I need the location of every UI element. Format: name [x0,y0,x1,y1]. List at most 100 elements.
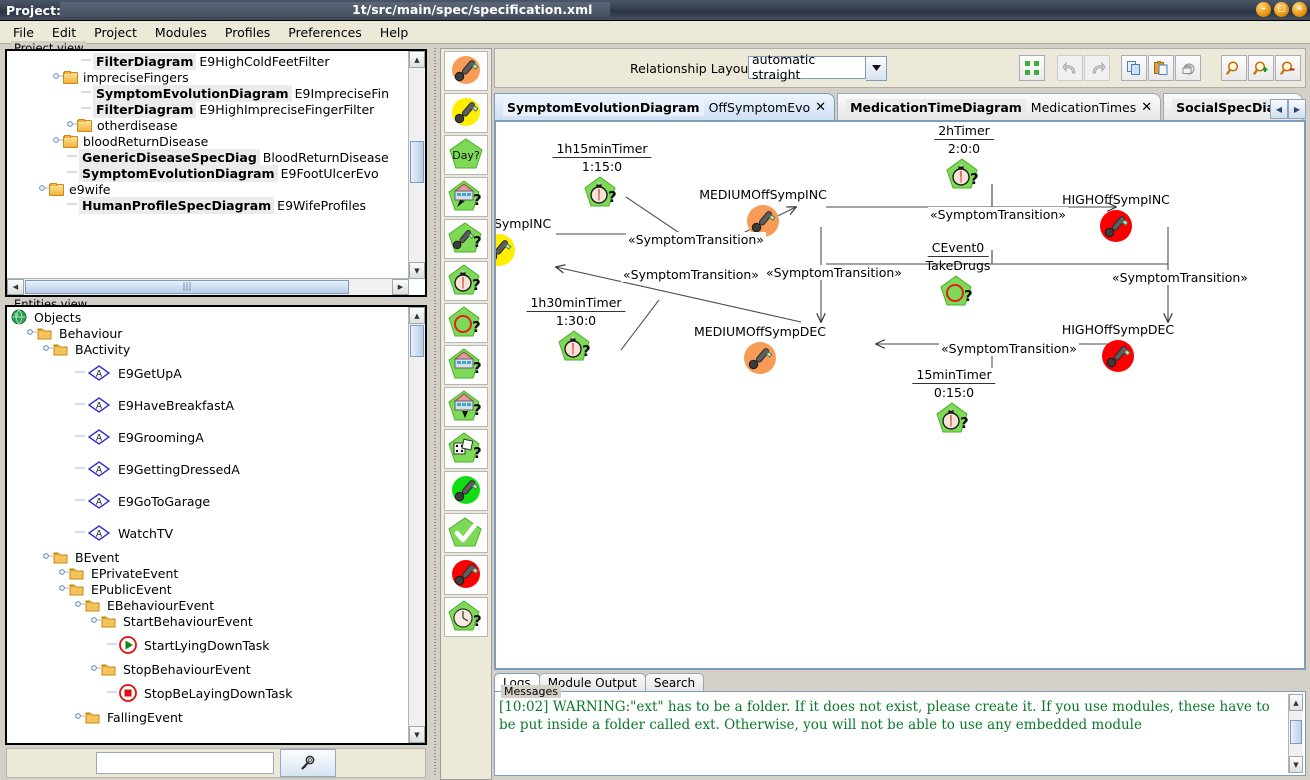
expand-knob-icon[interactable] [59,582,69,597]
project-tree[interactable]: FilterDiagram E9HighColdFeetFilter impreci… [7,51,425,295]
menu-edit[interactable]: Edit [43,23,85,42]
diagram-tab-close-icon[interactable]: ✕ [1141,100,1152,115]
expand-knob-icon[interactable] [43,342,53,357]
expand-knob-icon[interactable] [39,182,49,197]
menu-modules[interactable]: Modules [146,23,216,42]
entities-tree-row[interactable]: FallingEvent [7,709,425,725]
log-vscrollbar[interactable]: ▲ ▼ [1288,694,1303,773]
project-tree-row[interactable]: SymptomEvolutionDiagram E9ImpreciseFin [7,84,425,102]
scroll-right-arrow[interactable]: ▶ [392,279,409,295]
search-input[interactable] [96,752,274,774]
entities-tree-row[interactable]: BEvent [7,549,425,565]
entities-tree-row[interactable]: EPrivateEvent [7,565,425,581]
entities-tree-row[interactable]: A E9GettingDressedA [7,453,425,485]
minimize-button[interactable]: – [1256,2,1271,17]
chevron-down-icon[interactable] [866,55,887,81]
project-tree-row[interactable]: HumanProfileSpecDiagram E9WifeProfiles [7,196,425,214]
entities-tree-row[interactable]: StopBehaviourEvent [7,661,425,677]
scroll-up-arrow[interactable]: ▲ [409,307,425,324]
zoom-out-button[interactable] [1275,55,1301,81]
vscroll-thumb[interactable] [410,325,424,357]
lock-button[interactable] [1175,55,1201,81]
scroll-up-arrow[interactable]: ▲ [409,51,425,68]
palette-symptom-medium-orange-button[interactable] [444,51,488,91]
expand-knob-icon[interactable] [91,662,101,677]
expand-knob-icon[interactable] [75,598,85,613]
expand-knob-icon[interactable] [75,710,85,725]
project-tree-row[interactable]: FilterDiagram E9HighImpreciseFingerFilter [7,100,425,118]
zoom-in-button[interactable] [1248,55,1274,81]
undo-button[interactable] [1057,55,1083,81]
entities-tree-row[interactable]: A E9HaveBreakfastA [7,389,425,421]
entities-tree-row[interactable]: EBehaviourEvent [7,597,425,613]
menu-help[interactable]: Help [371,23,418,42]
project-tree-row[interactable]: GenericDiseaseSpecDiag BloodReturnDisease [7,148,425,166]
vscroll-thumb[interactable] [410,141,424,183]
redo-button[interactable] [1084,55,1110,81]
expand-knob-icon[interactable] [43,550,53,565]
palette-clock-condition-button[interactable]: ? [444,597,488,637]
hscroll-thumb[interactable]: ||| [25,280,349,294]
diagram-tab-close-icon[interactable]: ✕ [815,100,826,115]
copy-button[interactable] [1121,55,1147,81]
paste-button[interactable] [1148,55,1174,81]
palette-symptom-condition-button[interactable]: ? [444,219,488,259]
scroll-down-arrow[interactable]: ▼ [409,262,425,279]
diagram-tab-MedicationTimes[interactable]: MedicationTimeDiagram MedicationTimes ✕ [837,93,1162,120]
menu-file[interactable]: File [4,23,43,42]
project-tree-row[interactable]: bloodReturnDisease [7,133,425,149]
diagram-canvas[interactable]: 1h15minTimer 1:15:0? 1h30minTimer 1:30:0? 2h… [494,120,1306,670]
expand-knob-icon[interactable] [59,566,69,581]
entities-tree[interactable]: Objects Behaviour BActivity A E9GetUpA A E9Hav… [7,307,425,743]
entities-tree-row[interactable]: StartLyingDownTask [7,629,425,661]
scroll-down-arrow[interactable]: ▼ [1289,756,1303,773]
close-button[interactable]: ✕ [1292,2,1307,17]
palette-symptom-none-green-button[interactable] [444,471,488,511]
expand-knob-icon[interactable] [27,326,37,341]
palette-random-condition-button[interactable]: ? [444,429,488,469]
palette-symptom-high-red-button[interactable] [444,555,488,595]
entities-tree-row[interactable]: A E9GoToGarage [7,485,425,517]
entities-tree-row[interactable]: A E9GetUpA [7,357,425,389]
project-tree-row[interactable]: otherdisease [7,117,425,133]
palette-day-condition-button[interactable]: Day? [444,135,488,175]
entities-tree-row[interactable]: EPublicEvent [7,581,425,597]
maximize-button[interactable]: □ [1274,2,1289,17]
project-tree-row[interactable]: SymptomEvolutionDiagram E9FootUlcerEvo [7,164,425,182]
scroll-down-arrow[interactable]: ▼ [409,726,425,743]
palette-event-condition-button[interactable]: ? [444,303,488,343]
project-tree-row[interactable]: impreciseFingers [7,69,425,85]
expand-knob-icon[interactable] [67,118,77,133]
entities-tree-row[interactable]: Objects [7,309,425,325]
entities-tree-row[interactable]: StartBehaviourEvent [7,613,425,629]
palette-exit-house-condition-button[interactable]: ? [444,387,488,427]
scroll-left-arrow[interactable]: ◀ [7,279,24,295]
menu-preferences[interactable]: Preferences [279,23,371,42]
entities-tree-row[interactable]: Behaviour [7,325,425,341]
expand-knob-icon[interactable] [53,134,63,149]
project-tree-hscrollbar[interactable]: ◀ ||| ▶ [7,278,409,295]
expand-knob-icon[interactable] [53,70,63,85]
palette-enter-house-condition-button[interactable]: ? [444,345,488,385]
palette-symptom-low-yellow-button[interactable] [444,93,488,133]
relationship-layout-select[interactable]: automatic straight [748,52,887,82]
project-tree-row[interactable]: FilterDiagram E9HighColdFeetFilter [7,52,425,70]
entities-tree-row[interactable]: A E9GroomingA [7,421,425,453]
zoom-reset-button[interactable] [1221,55,1247,81]
expand-knob-icon[interactable] [91,614,101,629]
palette-check-pentagon-button[interactable] [444,513,488,553]
palette-location-condition-button[interactable]: ? [444,177,488,217]
entities-tree-row[interactable]: StopBeLayingDownTask [7,677,425,709]
project-tree-vscrollbar[interactable]: ▲ ▼ [408,51,425,279]
menu-profiles[interactable]: Profiles [216,23,279,42]
palette-timer-condition-button[interactable]: ? [444,261,488,301]
main-splitter[interactable] [432,48,438,776]
tab-next-button[interactable]: ▶ [1288,99,1306,119]
search-button[interactable] [280,749,336,777]
entities-tree-row[interactable]: BActivity [7,341,425,357]
select-all-button[interactable] [1019,55,1045,81]
entities-tree-vscrollbar[interactable]: ▲ ▼ [408,307,425,743]
tab-prev-button[interactable]: ◀ [1270,99,1288,119]
vscroll-thumb[interactable] [1290,720,1302,744]
log-tab-search[interactable]: Search [644,673,705,692]
